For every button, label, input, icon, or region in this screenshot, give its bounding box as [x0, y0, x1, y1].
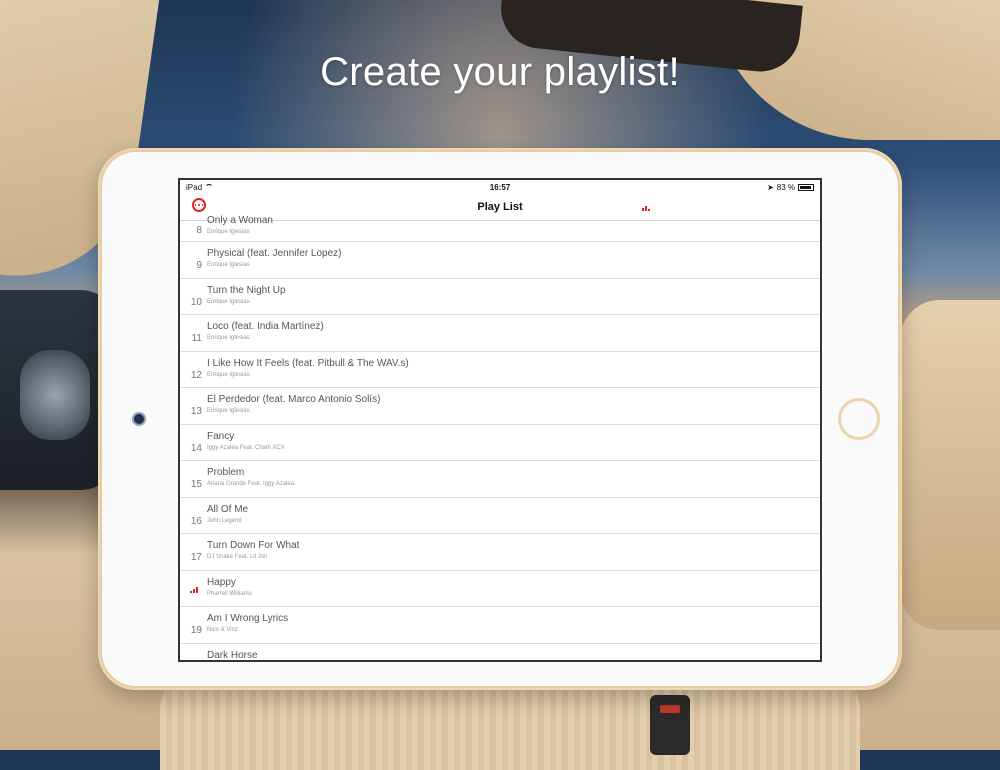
status-bar: iPad 16:57 ➤ 83 %: [180, 180, 820, 194]
list-item[interactable]: 9 Physical (feat. Jennifer Lopez) Enrique …: [180, 242, 820, 279]
battery-icon: [798, 183, 814, 191]
list-item[interactable]: 20 Dark Horse: [180, 644, 820, 663]
track-number: 12: [190, 369, 202, 381]
track-artist: Enrique Iglesias: [207, 408, 250, 414]
camera-icon: [134, 414, 144, 424]
page-title: Play List: [477, 201, 523, 213]
track-number: 8: [196, 225, 202, 236]
track-title: Loco (feat. India Martínez): [207, 321, 324, 332]
track-number: 10: [190, 296, 202, 308]
track-artist: Nico & Vinz: [207, 627, 238, 633]
track-title: Dark Horse: [207, 649, 258, 661]
ipad-device: iPad 16:57 ➤ 83 % Play List 8 Only a Woma…: [98, 148, 902, 690]
app-screen: iPad 16:57 ➤ 83 % Play List 8 Only a Woma…: [178, 178, 822, 662]
track-number: 9: [196, 260, 202, 271]
track-title: Turn Down For What: [207, 540, 300, 551]
track-number: 13: [190, 406, 202, 417]
now-playing-icon[interactable]: [642, 206, 650, 211]
list-item[interactable]: 10 Turn the Night Up Enrique Iglesias: [180, 279, 820, 315]
track-artist: Pharrell Williams: [207, 590, 252, 597]
track-number: 11: [191, 333, 202, 344]
track-number: 19: [190, 625, 202, 636]
track-artist: Enrique Iglesias: [207, 262, 250, 268]
list-item[interactable]: 15 Problem Ariana Grande Feat. Iggy Azalea: [180, 461, 820, 498]
list-item[interactable]: 19 Am I Wrong Lyrics Nico & Vinz: [180, 607, 820, 644]
track-artist: Enrique Iglesias: [207, 371, 250, 378]
track-title: I Like How It Feels (feat. Pitbull & The…: [207, 357, 409, 369]
list-item[interactable]: 12 I Like How It Feels (feat. Pitbull & T…: [180, 352, 820, 388]
track-artist: John Legend: [207, 517, 242, 524]
track-number: 20: [188, 662, 202, 663]
track-number: 17: [190, 552, 202, 563]
track-title: Happy: [207, 576, 236, 588]
list-item[interactable]: 14 Fancy Iggy Azalea Feat. Charli XCX: [180, 425, 820, 461]
background-seat-buckle: [650, 695, 690, 755]
track-artist: DJ Snake Feat. Lil Jon: [207, 554, 268, 560]
track-title: Fancy: [207, 430, 235, 442]
list-item[interactable]: 17 Turn Down For What DJ Snake Feat. Lil J…: [180, 534, 820, 571]
promo-headline: Create your playlist!: [320, 50, 680, 94]
home-button[interactable]: [838, 398, 880, 440]
track-artist: Enrique Iglesias: [207, 335, 250, 341]
track-title: El Perdedor (feat. Marco Antonio Solís): [207, 394, 381, 405]
track-title: All Of Me: [207, 503, 249, 515]
track-title: Only a Woman: [207, 215, 273, 226]
track-title: Turn the Night Up: [207, 284, 286, 296]
track-number: 16: [190, 515, 202, 527]
list-item[interactable]: 8 Only a Woman Enrique Iglesias: [180, 215, 820, 242]
track-artist: Ariana Grande Feat. Iggy Azalea: [207, 481, 295, 487]
track-artist: Enrique Iglesias: [207, 229, 250, 235]
playing-indicator-icon: [190, 586, 198, 593]
nav-bar: Play List: [180, 194, 820, 221]
list-item[interactable]: Happy Pharrell Williams: [180, 571, 820, 607]
track-title: Physical (feat. Jennifer Lopez): [207, 248, 342, 259]
track-number: 15: [190, 479, 202, 490]
list-item[interactable]: 13 El Perdedor (feat. Marco Antonio Solís…: [180, 388, 820, 425]
track-artist: Iggy Azalea Feat. Charli XCX: [207, 444, 285, 451]
track-title: Problem: [207, 467, 245, 478]
track-title: Am I Wrong Lyrics: [207, 613, 289, 624]
track-number: 14: [190, 442, 202, 454]
background-air-vent: [20, 350, 90, 440]
list-item[interactable]: 16 All Of Me John Legend: [180, 498, 820, 534]
background-door-panel: [900, 300, 1000, 630]
track-artist: Enrique Iglesias: [207, 298, 250, 305]
status-time: 16:57: [489, 182, 511, 192]
list-item[interactable]: 11 Loco (feat. India Martínez) Enrique Igl…: [180, 315, 820, 352]
track-list[interactable]: 8 Only a Woman Enrique Iglesias 9 Physical (…: [180, 215, 820, 663]
